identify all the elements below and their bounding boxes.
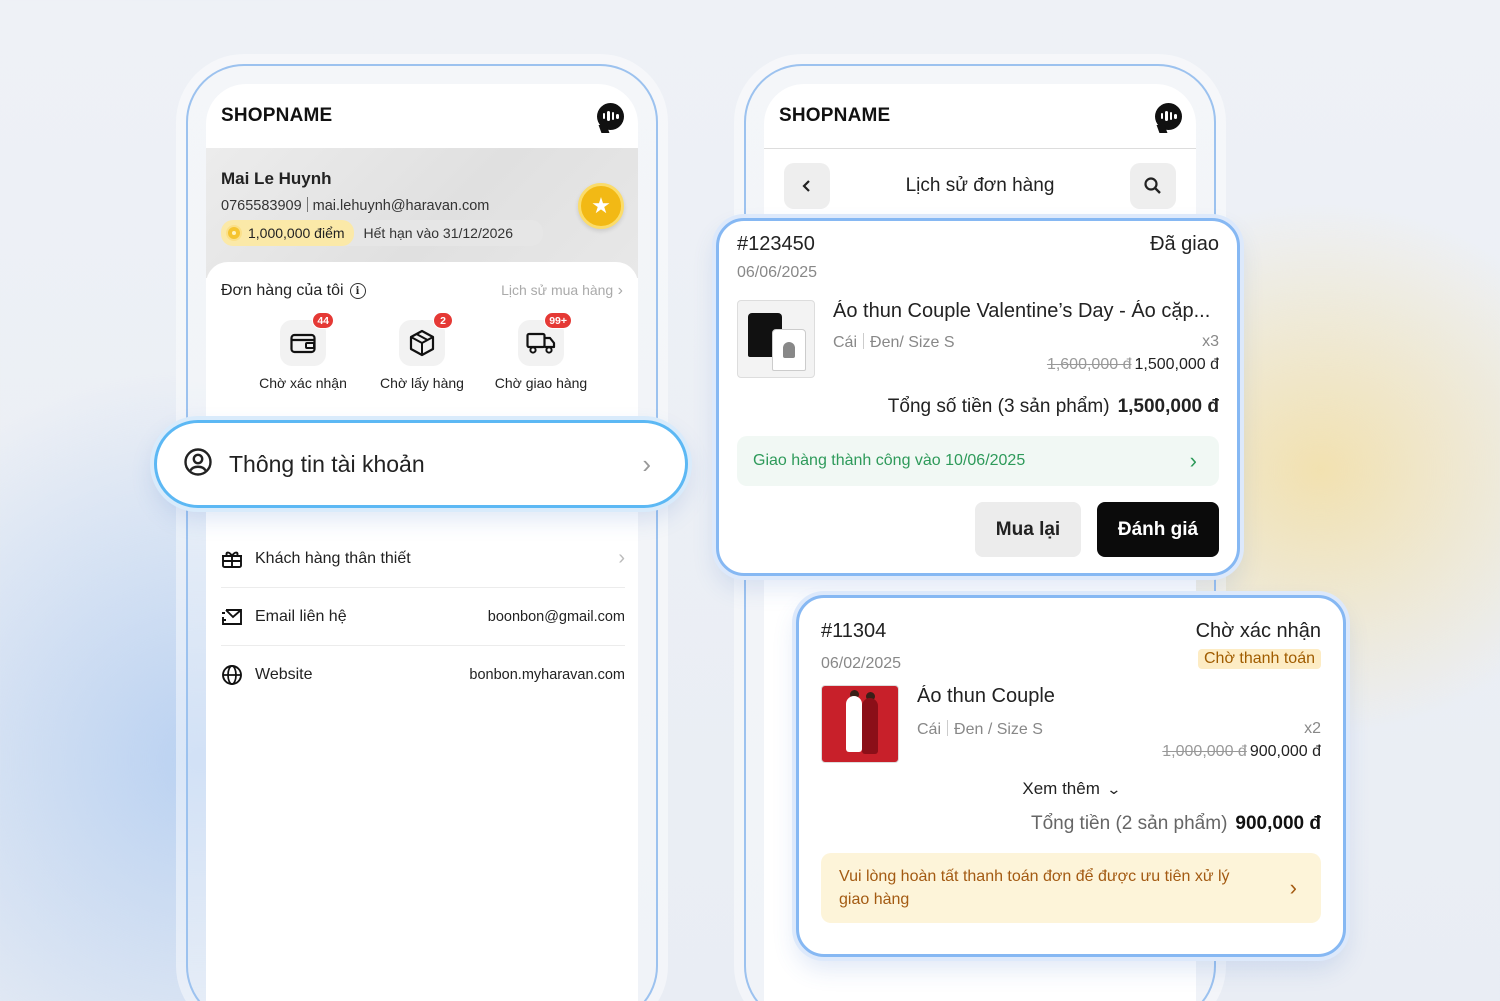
order-card[interactable]: #123450 Đã giao 06/06/2025 Áo thun Coupl… <box>716 218 1240 576</box>
points-value: 1,000,000 điểm <box>248 225 345 241</box>
order-actions: Mua lại Đánh giá <box>737 502 1219 557</box>
state-pending-delivery[interactable]: 99+ Chờ giao hàng <box>491 312 591 391</box>
shop-name: SHOPNAME <box>221 105 333 126</box>
review-button[interactable]: Đánh giá <box>1097 502 1219 557</box>
state-badge: 99+ <box>544 312 572 329</box>
product-thumbnail <box>737 300 815 378</box>
order-id: #11304 <box>821 620 887 642</box>
product-quantity: x2 <box>1304 720 1321 737</box>
purchase-history-link[interactable]: Lịch sử mua hàng <box>501 282 623 300</box>
order-line-item: Áo thun Couple Valentine’s Day - Áo cặp.… <box>737 300 1219 378</box>
nav-bar: Lịch sử đơn hàng <box>764 149 1196 209</box>
order-card[interactable]: #11304 06/02/2025 Chờ xác nhận Chờ thanh… <box>796 595 1346 957</box>
state-label: Chờ giao hàng <box>494 375 588 391</box>
menu-item-email[interactable]: Email liên hệ boonbon@gmail.com <box>221 588 625 646</box>
truck-icon: 99+ <box>518 312 572 366</box>
search-icon <box>1144 177 1161 194</box>
phone-frame-left: SHOPNAME Mai Le Huynh 0765583909 mai.lehu… <box>186 64 658 1001</box>
order-status: Đã giao <box>1150 233 1219 255</box>
user-circle-icon <box>183 447 213 482</box>
profile-name: Mai Le Huynh <box>221 169 332 188</box>
globe-icon <box>221 664 243 686</box>
menu-item-loyalty[interactable]: Khách hàng thân thiết › <box>221 530 625 588</box>
my-orders-title: Đơn hàng của tôi i <box>221 282 366 300</box>
back-button[interactable] <box>784 163 830 209</box>
state-pending-confirm[interactable]: 44 Chờ xác nhận <box>253 312 353 391</box>
product-price: 1,600,000 đ 1,500,000 đ <box>833 356 1219 374</box>
app-header: SHOPNAME <box>206 84 638 148</box>
chevron-right-icon: › <box>1189 448 1197 473</box>
box-icon: 2 <box>399 312 453 366</box>
product-name: Áo thun Couple <box>917 685 1055 707</box>
chevron-right-icon: › <box>618 547 625 569</box>
points-chip: 1,000,000 điểm <box>221 220 354 246</box>
old-price: 1,000,000 đ <box>1162 743 1247 760</box>
order-states: 44 Chờ xác nhận 2 Chờ lấy hàng 99+ Chờ g… <box>221 300 623 391</box>
state-badge: 44 <box>312 312 334 329</box>
product-price: 1,000,000 đ 900,000 đ <box>917 743 1321 761</box>
points-expiry: Hết hạn vào 31/12/2026 <box>363 225 513 241</box>
rebuy-button[interactable]: Mua lại <box>975 502 1081 557</box>
search-button[interactable] <box>1130 163 1176 209</box>
payment-warning-bar[interactable]: Vui lòng hoàn tất thanh toán đơn để được… <box>821 853 1321 923</box>
profile-contact: 0765583909 mai.lehuynh@haravan.com <box>221 197 623 214</box>
state-pending-pickup[interactable]: 2 Chờ lấy hàng <box>372 312 472 391</box>
product-name: Áo thun Couple Valentine’s Day - Áo cặp.… <box>833 300 1211 322</box>
product-variant: Cái Đen/ Size S <box>833 333 955 351</box>
product-variant: Cái Đen / Size S <box>917 720 1043 738</box>
old-price: 1,600,000 đ <box>1046 356 1132 373</box>
shop-name: SHOPNAME <box>779 105 891 126</box>
chat-icon[interactable] <box>597 102 624 130</box>
account-info-button[interactable]: Thông tin tài khoản › <box>154 420 688 508</box>
order-total: Tổng số tiền (3 sản phẩm) 1,500,000 đ <box>887 396 1219 417</box>
chevron-down-icon: ⌄ <box>1106 781 1122 797</box>
points-row: 1,000,000 điểm Hết hạn vào 31/12/2026 <box>221 220 543 246</box>
menu-item-label: Email liên hệ <box>255 607 347 625</box>
gift-icon <box>221 548 243 570</box>
order-total-value: 900,000 đ <box>1235 813 1321 834</box>
chat-icon[interactable] <box>1155 102 1182 130</box>
current-price: 900,000 đ <box>1249 743 1321 760</box>
chevron-right-icon: › <box>642 448 651 479</box>
payment-status-badge: Chờ thanh toán <box>1197 649 1321 669</box>
current-price: 1,500,000 đ <box>1134 356 1219 373</box>
mail-icon <box>221 606 243 628</box>
order-id: #123450 <box>737 233 815 255</box>
order-total-value: 1,500,000 đ <box>1117 396 1219 417</box>
my-orders-card: Đơn hàng của tôii Lịch sử mua hàng 44 Ch… <box>206 262 638 391</box>
product-thumbnail <box>821 685 899 763</box>
delivery-status-text: Giao hàng thành công vào 10/06/2025 <box>753 452 1026 469</box>
order-date: 06/06/2025 <box>737 264 818 281</box>
menu-item-value: bonbon.myharavan.com <box>469 667 625 683</box>
account-screen: SHOPNAME Mai Le Huynh 0765583909 mai.lehu… <box>206 84 638 1001</box>
menu-item-website[interactable]: Website bonbon.myharavan.com <box>221 646 625 704</box>
wallet-icon: 44 <box>280 312 334 366</box>
menu-item-label: Website <box>255 666 313 683</box>
menu-item-value: boonbon@gmail.com <box>487 608 625 625</box>
product-quantity: x3 <box>1202 333 1219 350</box>
order-line-item: Áo thun Couple Cái Đen / Size S x2 1,000,… <box>821 685 1321 763</box>
state-badge: 2 <box>433 312 453 329</box>
menu-item-label: Khách hàng thân thiết <box>255 549 411 567</box>
order-total: Tổng tiền (2 sản phẩm) 900,000 đ <box>1030 813 1321 834</box>
profile-section: Mai Le Huynh 0765583909 mai.lehuynh@harav… <box>206 148 638 278</box>
state-label: Chờ lấy hàng <box>380 375 464 391</box>
info-icon[interactable]: i <box>349 283 366 299</box>
order-date: 06/02/2025 <box>821 655 902 672</box>
account-info-label: Thông tin tài khoản <box>229 450 425 477</box>
star-icon: ★ <box>578 183 624 229</box>
coin-icon <box>226 225 242 241</box>
chevron-right-icon: › <box>1289 875 1297 900</box>
delivery-status-bar[interactable]: Giao hàng thành công vào 10/06/2025 › <box>737 436 1219 486</box>
see-more-button[interactable]: Xem thêm ⌄ <box>821 779 1321 799</box>
payment-warning-text: Vui lòng hoàn tất thanh toán đơn để được… <box>839 868 1230 908</box>
page-title: Lịch sử đơn hàng <box>905 175 1055 196</box>
order-status: Chờ xác nhận <box>1195 620 1321 642</box>
account-menu: Khách hàng thân thiết › Email liên hệ bo… <box>206 530 638 704</box>
state-label: Chờ xác nhận <box>259 375 347 391</box>
profile-phone: 0765583909 <box>221 198 302 214</box>
profile-email: mai.lehuynh@haravan.com <box>312 198 490 214</box>
app-header: SHOPNAME <box>764 84 1196 148</box>
